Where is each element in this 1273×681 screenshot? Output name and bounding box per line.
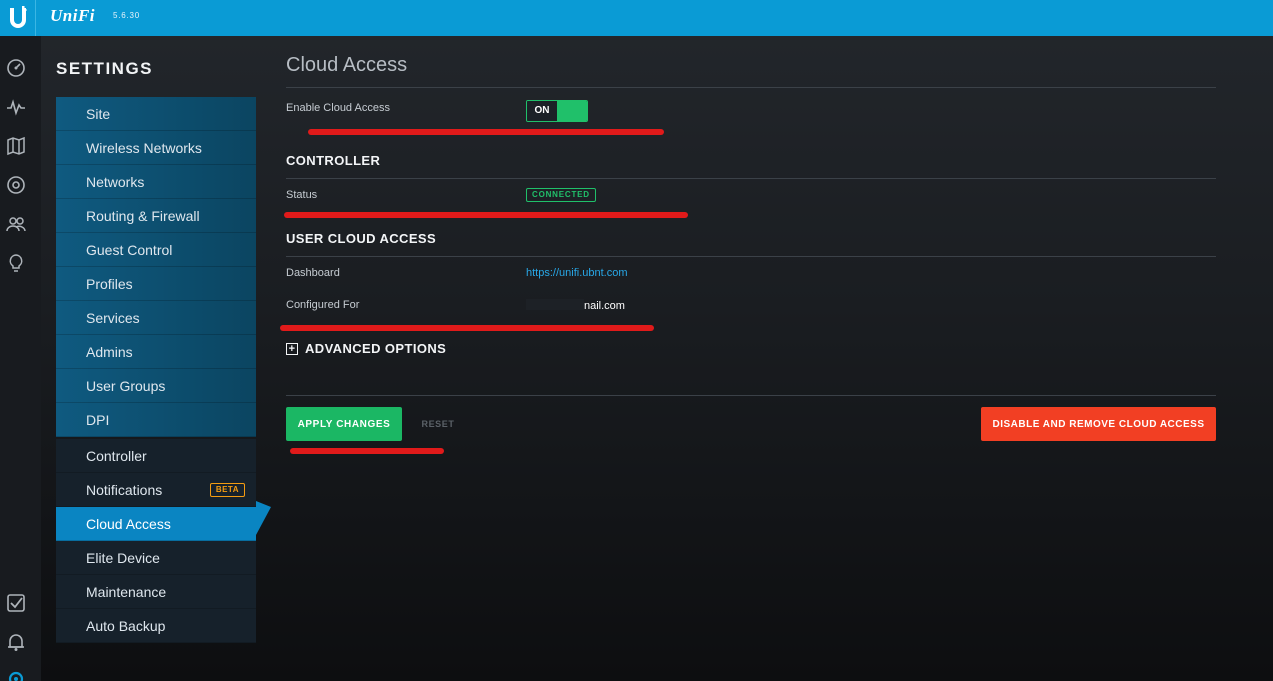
events-icon[interactable] [5, 592, 27, 614]
beta-badge: BETA [209, 483, 245, 497]
ubiquiti-logo[interactable] [0, 0, 36, 36]
enable-cloud-access-toggle[interactable]: ON [526, 100, 588, 122]
enable-cloud-access-label: Enable Cloud Access [286, 102, 390, 114]
divider [286, 395, 1216, 396]
sidebar-item-profiles[interactable]: Profiles [56, 267, 256, 301]
top-bar: UniFi 5.6.30 [0, 0, 1273, 36]
sidebar-item-cloud-access[interactable]: Cloud Access [56, 501, 271, 541]
settings-icon[interactable] [5, 668, 27, 681]
sidebar-item-controller[interactable]: Controller [56, 439, 256, 473]
sidebar-item-services[interactable]: Services [56, 301, 256, 335]
plus-icon: + [286, 342, 298, 355]
settings-title: SETTINGS [56, 59, 154, 78]
toggle-knob [557, 101, 587, 121]
version-label: 5.6.30 [113, 11, 141, 20]
sidebar-item-elite-device[interactable]: Elite Device [56, 541, 256, 575]
page-title: Cloud Access [286, 54, 408, 76]
dashboard-link[interactable]: https://unifi.ubnt.com [526, 267, 628, 279]
sidebar-item-routing-firewall[interactable]: Routing & Firewall [56, 199, 256, 233]
annotation-underline [290, 448, 444, 454]
settings-nav: Site Wireless Networks Networks Routing … [56, 97, 271, 643]
sidebar-item-admins[interactable]: Admins [56, 335, 256, 369]
advanced-options-label: ADVANCED OPTIONS [305, 341, 447, 356]
alerts-icon[interactable] [5, 631, 27, 653]
sidebar-item-notifications[interactable]: Notifications BETA [56, 473, 256, 507]
redacted-mask [526, 299, 584, 310]
toggle-state-label: ON [527, 101, 557, 121]
user-cloud-access-heading: USER CLOUD ACCESS [286, 231, 437, 246]
sidebar-item-site[interactable]: Site [56, 97, 256, 131]
divider [286, 178, 1216, 179]
configured-for-value: nail.com [526, 299, 666, 312]
apply-changes-button[interactable]: APPLY CHANGES [286, 407, 402, 441]
statistics-icon[interactable] [5, 96, 27, 118]
reset-button[interactable]: RESET [410, 407, 466, 441]
sidebar-item-notifications-label: Notifications [86, 482, 163, 498]
status-label: Status [286, 189, 318, 201]
disable-cloud-access-button[interactable]: DISABLE AND REMOVE CLOUD ACCESS [981, 407, 1216, 441]
settings-nav-group-controller: Controller Notifications BETA Cloud Acce… [56, 439, 271, 643]
annotation-underline [280, 325, 654, 331]
sidebar-item-auto-backup[interactable]: Auto Backup [56, 609, 256, 643]
ubiquiti-logo-icon [9, 6, 26, 28]
divider [286, 256, 1216, 257]
controller-section-heading: CONTROLLER [286, 153, 381, 168]
sidebar-item-user-groups[interactable]: User Groups [56, 369, 256, 403]
annotation-underline [284, 212, 688, 218]
devices-icon[interactable] [5, 174, 27, 196]
sidebar-item-wireless-networks[interactable]: Wireless Networks [56, 131, 256, 165]
sidebar-item-maintenance[interactable]: Maintenance [56, 575, 256, 609]
sidebar-item-dpi[interactable]: DPI [56, 403, 256, 437]
divider [286, 87, 1216, 88]
dashboard-icon[interactable] [5, 57, 27, 79]
insights-icon[interactable] [5, 252, 27, 274]
dashboard-label: Dashboard [286, 267, 340, 279]
status-badge: CONNECTED [526, 188, 596, 202]
sidebar-item-guest-control[interactable]: Guest Control [56, 233, 256, 267]
configured-for-label: Configured For [286, 299, 360, 311]
configured-for-text: nail.com [584, 300, 625, 312]
map-icon[interactable] [5, 135, 27, 157]
annotation-underline [308, 129, 664, 135]
sidebar-item-networks[interactable]: Networks [56, 165, 256, 199]
settings-nav-group-site: Site Wireless Networks Networks Routing … [56, 97, 256, 437]
clients-icon[interactable] [5, 213, 27, 235]
brand-name: UniFi [50, 6, 96, 25]
advanced-options-toggle[interactable]: + ADVANCED OPTIONS [286, 341, 446, 356]
icon-rail [0, 36, 41, 681]
